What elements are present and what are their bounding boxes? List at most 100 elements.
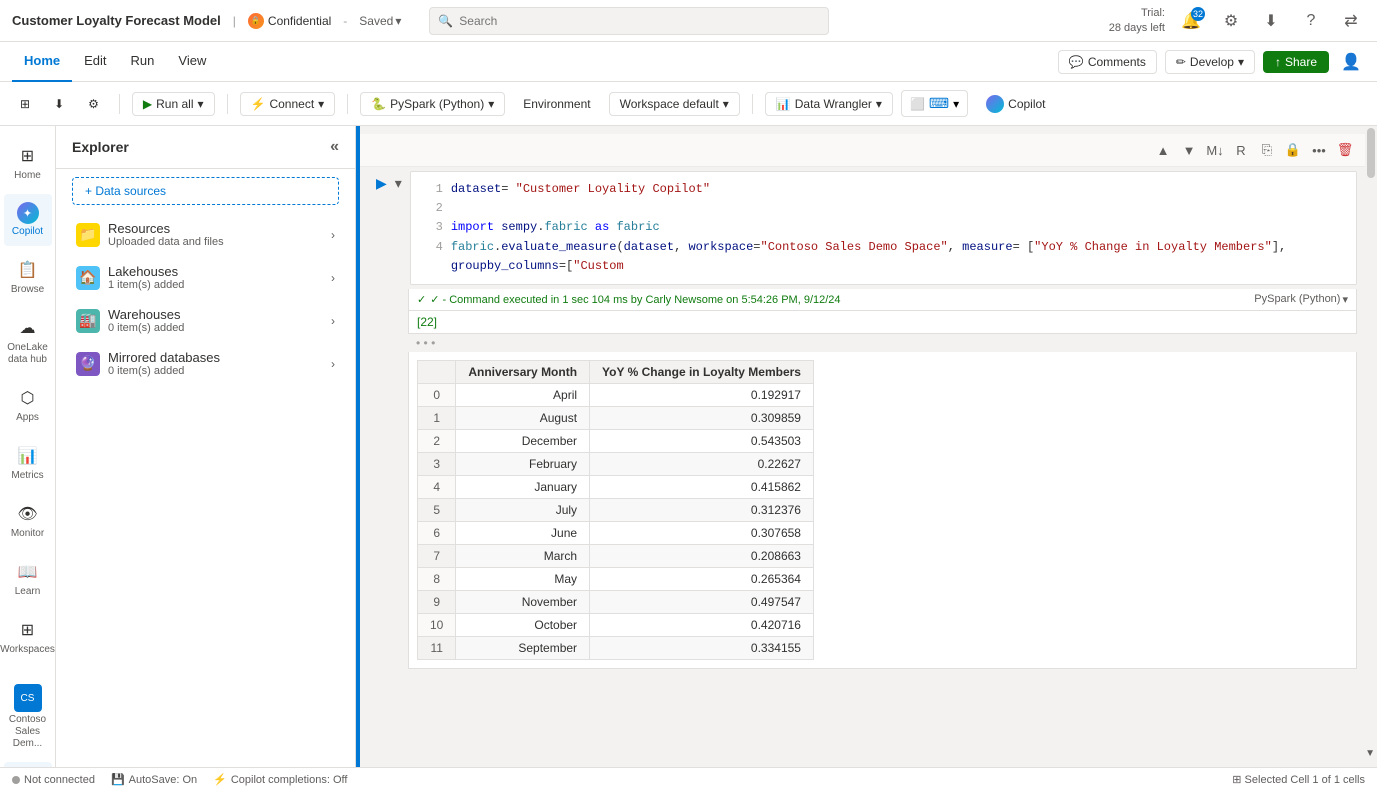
nav-item-apps[interactable]: ⬡ Apps (4, 378, 52, 432)
collapse-cell-button[interactable]: ▾ (391, 171, 406, 196)
metrics-icon: 📊 (16, 444, 40, 468)
chevron-down-icon: ▾ (395, 14, 401, 28)
download-button[interactable]: ⬇ (1257, 7, 1285, 35)
nav-metrics-label: Metrics (11, 470, 43, 482)
settings-notebook-button[interactable]: ⚙ (80, 93, 107, 115)
exec-status-bar: ✓ ✓ - Command executed in 1 sec 104 ms b… (408, 289, 1357, 311)
warehouses-icon: 🏭 (76, 309, 100, 333)
copilot-button[interactable]: Copilot (976, 91, 1055, 117)
play-icon: ▶ (143, 97, 152, 111)
cell-raw-button[interactable]: R (1229, 138, 1253, 162)
cell-markdown-button[interactable]: M↓ (1203, 138, 1227, 162)
lakehouses-arrow-icon: › (331, 271, 335, 285)
resources-title: Resources (108, 221, 331, 236)
tab-home[interactable]: Home (12, 42, 72, 82)
help-button[interactable]: ? (1297, 7, 1325, 35)
run-cell-button[interactable]: ▶ (372, 171, 391, 196)
table-row: 10 October 0.420716 (418, 613, 814, 636)
cell-copy-output-button[interactable]: ⎘ (1255, 138, 1279, 162)
warehouses-arrow-icon: › (331, 314, 335, 328)
status-not-connected: Not connected (12, 774, 95, 786)
cell-delete-button[interactable]: 🗑 (1333, 138, 1357, 162)
sidebar: Explorer « + Data sources 📁 Resources Up… (56, 126, 356, 767)
row-index: 6 (418, 521, 456, 544)
row-index: 1 (418, 406, 456, 429)
lakehouses-subtitle: 1 item(s) added (108, 279, 331, 291)
cell-toggle-output-button[interactable]: 🔒 (1281, 138, 1305, 162)
nav-item-workspaces[interactable]: ⊞ Workspaces (4, 610, 52, 664)
mirrored-subtitle: 0 item(s) added (108, 365, 331, 377)
workspace-button[interactable]: Workspace default ▾ (609, 92, 740, 116)
vertical-scrollbar[interactable]: ▼ (1365, 126, 1377, 767)
code-line-2: 2 (423, 199, 1344, 218)
data-wrangler-button[interactable]: 📊 Data Wrangler ▾ (765, 92, 893, 116)
nav-contoso-label: Contoso Sales Dem... (8, 714, 48, 750)
nav-item-browse[interactable]: 📋 Browse (4, 250, 52, 304)
sidebar-collapse-button[interactable]: « (330, 138, 339, 156)
cell-language-indicator: PySpark (Python) ▾ (1254, 293, 1348, 306)
sidebar-item-mirrored[interactable]: 🔮 Mirrored databases 0 item(s) added › (60, 342, 351, 385)
scroll-down-button[interactable]: ▼ (1365, 748, 1375, 759)
row-month: April (456, 383, 590, 406)
user-profile-icon[interactable]: 👤 (1337, 48, 1365, 76)
code-cell-row: ▶ ▾ 1 dataset= "Customer Loyality Copilo… (360, 167, 1365, 289)
trial-info: Trial: 28 days left (1109, 6, 1165, 35)
sidebar-item-resources[interactable]: 📁 Resources Uploaded data and files › (60, 213, 351, 256)
settings-button[interactable]: ⚙ (1217, 7, 1245, 35)
share-button[interactable]: ↑ Share (1263, 51, 1329, 73)
nav-item-copilot[interactable]: ✦ Copilot (4, 194, 52, 246)
code-line-1: 1 dataset= "Customer Loyality Copilot" (423, 180, 1344, 199)
download-notebook-button[interactable]: ⬇ (46, 93, 72, 115)
notifications-button[interactable]: 🔔 32 (1177, 7, 1205, 35)
vscode-button[interactable]: ⬜ ⌨ ▾ (901, 90, 968, 117)
copilot-nav-icon: ✦ (17, 202, 39, 224)
search-box[interactable]: 🔍 (429, 7, 829, 35)
line-count-area: [22] (408, 311, 1357, 334)
nav-item-monitor[interactable]: 👁 Monitor (4, 494, 52, 548)
nav-item-onedata[interactable]: ☁ OneLake data hub (4, 308, 52, 374)
row-month: December (456, 429, 590, 452)
search-input[interactable] (459, 14, 820, 28)
run-all-button[interactable]: ▶ Run all ▾ (132, 92, 215, 116)
download-icon: ⬇ (54, 97, 64, 111)
mirrored-icon: 🔮 (76, 352, 100, 376)
tab-view[interactable]: View (166, 42, 218, 82)
share-connection-icon[interactable]: ⇄ (1337, 7, 1365, 35)
row-month: October (456, 613, 590, 636)
nav-item-contoso[interactable]: CS Contoso Sales Dem... (4, 676, 52, 758)
gear-icon: ⚙ (88, 97, 99, 111)
develop-chevron-icon: ▾ (1238, 55, 1244, 69)
connect-button[interactable]: ⚡ Connect ▾ (240, 92, 336, 116)
cell-move-up-button[interactable]: ▲ (1151, 138, 1175, 162)
saved-button[interactable]: Saved ▾ (359, 14, 401, 28)
add-cell-button[interactable]: ⊞ (12, 93, 38, 115)
title-separator: | (233, 14, 236, 28)
develop-button[interactable]: ✏ Develop ▾ (1165, 50, 1255, 74)
menu-bar-right: 💬 Comments ✏ Develop ▾ ↑ Share 👤 (1058, 48, 1365, 76)
col-yoy-header: YoY % Change in Loyalty Members (590, 360, 814, 383)
pyspark-button[interactable]: 🐍 PySpark (Python) ▾ (360, 92, 505, 116)
cell-output: ✓ ✓ - Command executed in 1 sec 104 ms b… (408, 289, 1357, 669)
notebook-scroll[interactable]: ▲ ▼ M↓ R ⎘ 🔒 ••• 🗑 ▶ ▾ (360, 126, 1365, 767)
comments-button[interactable]: 💬 Comments (1058, 50, 1157, 74)
tab-edit[interactable]: Edit (72, 42, 118, 82)
row-yoy: 0.497547 (590, 590, 814, 613)
cell-move-down-button[interactable]: ▼ (1177, 138, 1201, 162)
row-month: January (456, 475, 590, 498)
resources-subtitle: Uploaded data and files (108, 236, 331, 248)
cell-more-options-button[interactable]: ••• (1307, 138, 1331, 162)
share-icon: ↑ (1275, 55, 1281, 69)
sidebar-item-warehouses[interactable]: 🏭 Warehouses 0 item(s) added › (60, 299, 351, 342)
add-data-sources-button[interactable]: + Data sources (72, 177, 339, 205)
cell-more-button[interactable]: • • • (408, 334, 1357, 352)
sidebar-item-lakehouses[interactable]: 🏠 Lakehouses 1 item(s) added › (60, 256, 351, 299)
connect-icon: ⚡ (251, 97, 266, 111)
cell-icon: ⊞ (1232, 774, 1241, 786)
toolbar: ⊞ ⬇ ⚙ ▶ Run all ▾ ⚡ Connect ▾ 🐍 PySpark … (0, 82, 1377, 126)
nav-item-learn[interactable]: 📖 Learn (4, 552, 52, 606)
nav-item-metrics[interactable]: 📊 Metrics (4, 436, 52, 490)
table-row: 8 May 0.265364 (418, 567, 814, 590)
tab-run[interactable]: Run (119, 42, 167, 82)
table-row: 4 January 0.415862 (418, 475, 814, 498)
nav-item-home[interactable]: ⊞ Home (4, 136, 52, 190)
